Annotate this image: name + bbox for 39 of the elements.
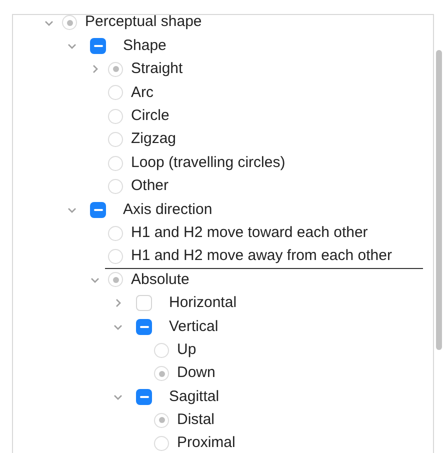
radio-button[interactable] [108, 108, 123, 124]
tree-item-label[interactable]: Arc [131, 82, 154, 104]
tree-item-label[interactable]: Distal [177, 409, 215, 432]
tree-item-label[interactable]: H1 and H2 move away from each other [131, 245, 392, 268]
radio-button[interactable] [154, 366, 169, 382]
radio-button[interactable] [154, 342, 169, 358]
radio-button[interactable] [108, 249, 123, 264]
radio-button[interactable] [108, 156, 123, 171]
tree-item-label[interactable]: Horizontal [169, 292, 237, 315]
tree-item-label[interactable]: Sagittal [169, 386, 220, 408]
tree-item-label[interactable]: Circle [131, 105, 170, 128]
tree-item-label[interactable]: Perceptual shape [85, 11, 202, 34]
checkbox[interactable] [136, 318, 152, 335]
tree-item-label[interactable]: Down [177, 362, 216, 385]
scrollbar-thumb[interactable] [436, 50, 442, 350]
checkbox[interactable] [136, 295, 152, 312]
radio-button[interactable] [108, 178, 123, 194]
radio-button[interactable] [108, 132, 123, 148]
tree-item-label[interactable]: H1 and H2 move toward each other [131, 222, 368, 244]
tree-item-label[interactable]: Axis direction [123, 198, 212, 222]
radio-button[interactable] [108, 62, 123, 77]
tree-item-label[interactable]: Up [177, 338, 196, 362]
tree-item-label[interactable]: Vertical [169, 316, 218, 338]
tree-item-label[interactable]: Absolute [131, 268, 190, 292]
tree-item-label[interactable]: Zigzag [131, 128, 176, 151]
tree-item-label[interactable]: Straight [131, 58, 183, 81]
tree-item-label[interactable]: Other [131, 175, 169, 198]
radio-button[interactable] [62, 15, 77, 30]
checkbox[interactable] [136, 388, 152, 405]
checkbox[interactable] [90, 202, 106, 218]
tree-item-label[interactable]: Loop (travelling circles) [131, 152, 286, 174]
radio-button[interactable] [108, 85, 123, 100]
radio-button[interactable] [154, 436, 169, 452]
radio-button[interactable] [154, 412, 169, 428]
checkbox[interactable] [90, 38, 106, 54]
radio-button[interactable] [108, 226, 123, 241]
radio-button[interactable] [108, 272, 123, 288]
tree-item-label[interactable]: Shape [123, 34, 166, 58]
tree-item-label[interactable]: Proximal [177, 432, 236, 453]
